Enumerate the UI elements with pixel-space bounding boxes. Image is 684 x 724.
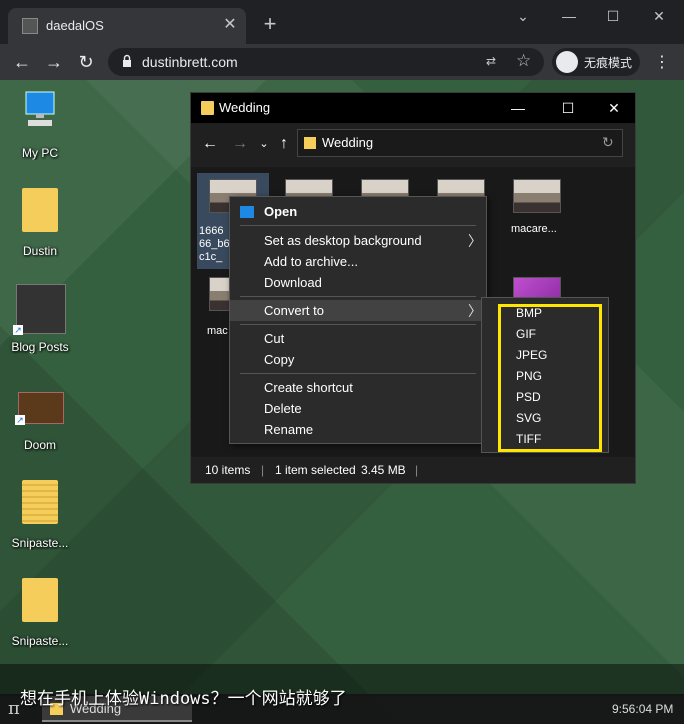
- blog-shortcut-icon: ↗: [13, 284, 66, 335]
- tab-title: daedalOS: [46, 18, 104, 33]
- menu-item-label: Set as desktop background: [264, 233, 422, 248]
- explorer-minimize-button[interactable]: —: [505, 97, 531, 119]
- menu-divider: [240, 296, 476, 297]
- refresh-icon[interactable]: ↻: [602, 134, 614, 151]
- menu-item-cut[interactable]: Cut: [230, 328, 486, 349]
- desktop-icon-my-pc[interactable]: My PC: [8, 90, 72, 170]
- close-window-button[interactable]: ✕: [644, 6, 674, 26]
- folder-icon: [22, 578, 58, 622]
- desktop-icon-label: Blog Posts: [11, 340, 69, 354]
- browser-toolbar: ← → ↻ dustinbrett.com ⇄ ☆ 无痕模式 ⋮: [0, 44, 684, 80]
- desktop-icon-doom[interactable]: ↗ Doom: [8, 382, 72, 462]
- menu-item-download[interactable]: Download: [230, 272, 486, 293]
- menu-item-copy[interactable]: Copy: [230, 349, 486, 370]
- desktop-icon-dustin[interactable]: Dustin: [8, 188, 72, 268]
- reload-button[interactable]: ↻: [74, 50, 98, 74]
- file-name: macare...: [511, 223, 557, 235]
- tab-search-icon[interactable]: ⌄: [508, 6, 538, 26]
- explorer-close-button[interactable]: ✕: [601, 97, 627, 119]
- context-menu: Open Set as desktop background 〉 Add to …: [229, 196, 487, 444]
- file-name: mac: [207, 325, 228, 337]
- recent-locations-icon[interactable]: ⌄: [255, 135, 273, 153]
- menu-item-label: Add to archive...: [264, 254, 358, 269]
- doom-shortcut-icon: ↗: [15, 392, 64, 425]
- folder-icon: [22, 188, 58, 232]
- menu-divider: [240, 324, 476, 325]
- computer-icon: [25, 91, 55, 126]
- desktop-icon-blog-posts[interactable]: ↗ Blog Posts: [8, 284, 72, 364]
- desktop-icon-label: Snipaste...: [11, 634, 69, 648]
- desktop-icon-label: Snipaste...: [11, 536, 69, 550]
- status-separator: |: [261, 463, 265, 477]
- desktop-icon-label: Dustin: [22, 244, 57, 258]
- incognito-indicator[interactable]: 无痕模式: [552, 48, 640, 76]
- browser-menu-icon[interactable]: ⋮: [652, 52, 672, 72]
- submenu-arrow-icon: 〉: [468, 303, 482, 319]
- close-tab-icon[interactable]: ✕: [220, 15, 240, 35]
- menu-item-label: Rename: [264, 422, 314, 437]
- explorer-titlebar[interactable]: Wedding — ☐ ✕: [191, 93, 635, 123]
- start-button-icon[interactable]: π: [8, 698, 20, 719]
- menu-divider: [240, 373, 476, 374]
- maximize-window-button[interactable]: ☐: [598, 6, 628, 26]
- taskbar-clock[interactable]: 9:56:04 PM: [612, 702, 673, 716]
- open-window-icon: [240, 206, 254, 218]
- submenu-arrow-icon: 〉: [468, 233, 482, 249]
- selection-count: 1 item selected: [275, 463, 356, 477]
- incognito-icon: [556, 51, 578, 73]
- menu-item-label: Delete: [264, 401, 302, 416]
- folder-icon: [201, 101, 214, 115]
- translate-icon[interactable]: ⇄: [486, 54, 502, 70]
- folder-icon: [304, 137, 316, 149]
- menu-item-set-background[interactable]: Set as desktop background 〉: [230, 230, 486, 251]
- image-thumbnail[interactable]: [513, 179, 561, 213]
- back-button[interactable]: ←: [10, 50, 34, 74]
- menu-item-convert-to[interactable]: Convert to 〉: [230, 300, 486, 321]
- url-text: dustinbrett.com: [142, 54, 238, 70]
- menu-item-add-archive[interactable]: Add to archive...: [230, 251, 486, 272]
- video-caption: 想在手机上体验Windows？一个网站就够了: [20, 689, 347, 709]
- address-bar[interactable]: dustinbrett.com ⇄ ☆: [108, 48, 544, 76]
- explorer-maximize-button[interactable]: ☐: [555, 97, 581, 119]
- browser-tab[interactable]: daedalOS ✕: [8, 8, 246, 44]
- desktop-icon-label: My PC: [22, 146, 58, 160]
- menu-item-label: Convert to: [264, 303, 324, 318]
- menu-item-create-shortcut[interactable]: Create shortcut: [230, 377, 486, 398]
- browser-tab-strip: daedalOS ✕ + ⌄ — ☐ ✕: [0, 0, 684, 44]
- explorer-address-bar[interactable]: Wedding ↻: [297, 129, 623, 157]
- explorer-forward-icon[interactable]: →: [231, 135, 249, 153]
- menu-item-label: Cut: [264, 331, 285, 346]
- menu-item-open[interactable]: Open: [230, 201, 486, 222]
- explorer-up-icon[interactable]: ↑: [275, 135, 293, 153]
- lock-icon: [123, 54, 131, 67]
- item-count: 10 items: [205, 463, 251, 477]
- explorer-back-icon[interactable]: ←: [201, 135, 219, 153]
- minimize-window-button[interactable]: —: [554, 6, 584, 26]
- menu-item-rename[interactable]: Rename: [230, 419, 486, 440]
- menu-item-label: Create shortcut: [264, 380, 353, 395]
- zip-folder-icon: [22, 480, 58, 524]
- forward-button[interactable]: →: [42, 50, 66, 74]
- site-favicon-icon: [22, 18, 38, 34]
- desktop-icon-snipaste-folder[interactable]: Snipaste...: [8, 578, 72, 658]
- shortcut-arrow-icon: ↗: [15, 415, 25, 425]
- desktop-icon-snipaste-zip[interactable]: Snipaste...: [8, 480, 72, 560]
- annotation-highlight-box: [498, 304, 602, 452]
- explorer-navbar: ← → ⌄ ↑ Wedding ↻: [191, 123, 635, 167]
- status-separator: |: [415, 463, 419, 477]
- menu-item-delete[interactable]: Delete: [230, 398, 486, 419]
- menu-item-label: Open: [264, 204, 298, 219]
- selection-size: 3.45 MB: [361, 463, 406, 477]
- shortcut-arrow-icon: ↗: [13, 325, 23, 335]
- explorer-title: Wedding: [219, 100, 271, 115]
- menu-divider: [240, 225, 476, 226]
- explorer-status-bar: 10 items | 1 item selected 3.45 MB |: [191, 457, 635, 483]
- address-text: Wedding: [322, 135, 374, 150]
- new-tab-button[interactable]: +: [258, 12, 282, 36]
- incognito-label: 无痕模式: [584, 56, 633, 70]
- menu-item-label: Download: [264, 275, 322, 290]
- bookmark-star-icon[interactable]: ☆: [516, 51, 531, 71]
- desktop-icon-label: Doom: [23, 438, 56, 452]
- menu-item-label: Copy: [264, 352, 295, 367]
